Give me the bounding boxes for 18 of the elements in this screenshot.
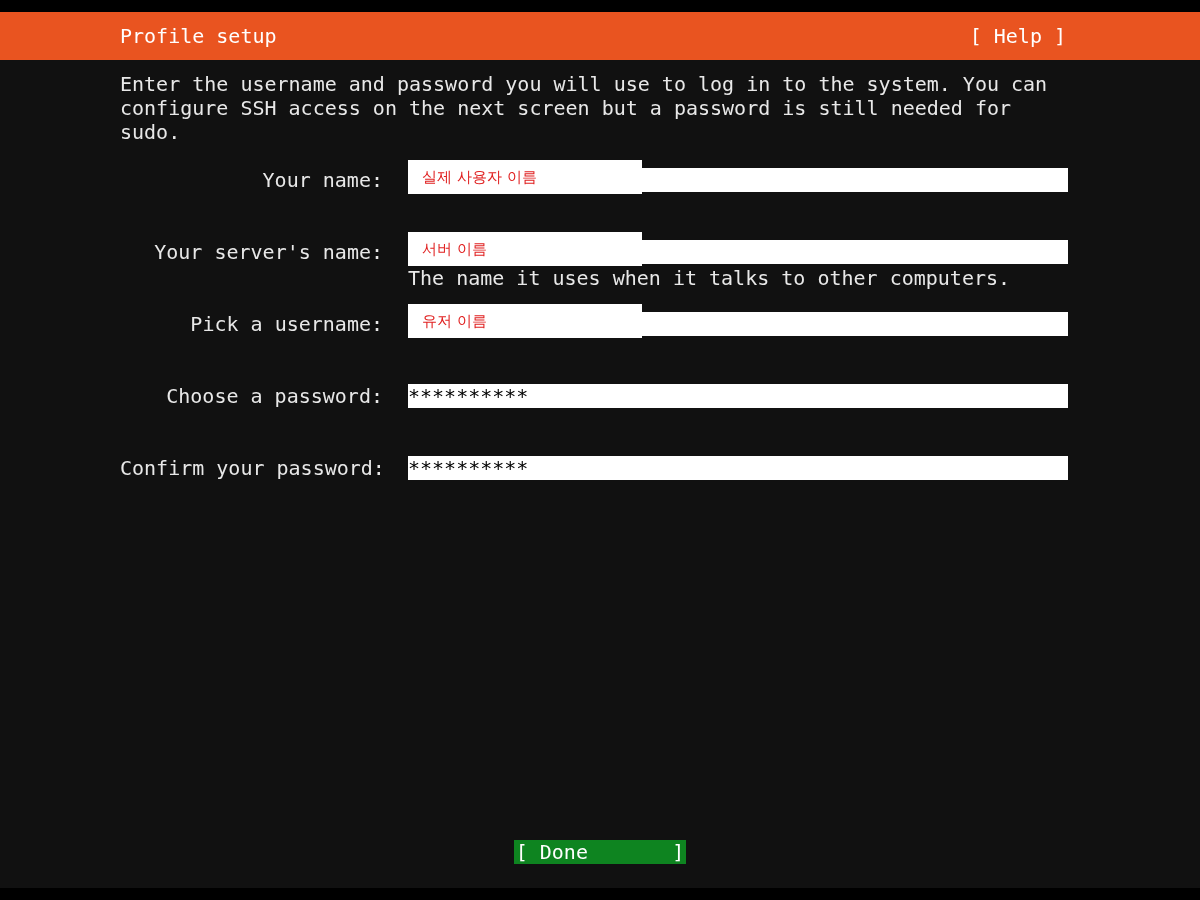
input-field[interactable] (642, 168, 1068, 192)
field-label: Choose a password: (165, 384, 384, 410)
input-field[interactable]: ********** (408, 384, 1068, 408)
done-button[interactable]: [ Done ] (513, 840, 687, 864)
field-label: Confirm your password: (120, 456, 386, 482)
field-label: Your server's name: (153, 240, 384, 266)
field-label: Your name: (261, 168, 384, 194)
screen-title: Profile setup (120, 23, 277, 50)
annotation-label: 유저 이름 (408, 304, 642, 338)
input-field[interactable] (642, 240, 1068, 264)
annotation-label: 서버 이름 (408, 232, 642, 266)
field-label: Pick a username: (189, 312, 384, 338)
help-button[interactable]: [ Help ] (969, 21, 1066, 51)
input-field[interactable] (642, 312, 1068, 336)
intro-text: Enter the username and password you will use to log in to the system. You can configure SSH access on the next screen but a password is still needed for sudo. (119, 72, 1049, 144)
input-field[interactable]: ********** (408, 456, 1068, 480)
field-hint: The name it uses when it talks to other computers. (408, 266, 1012, 290)
annotation-label: 실제 사용자 이름 (408, 160, 642, 194)
